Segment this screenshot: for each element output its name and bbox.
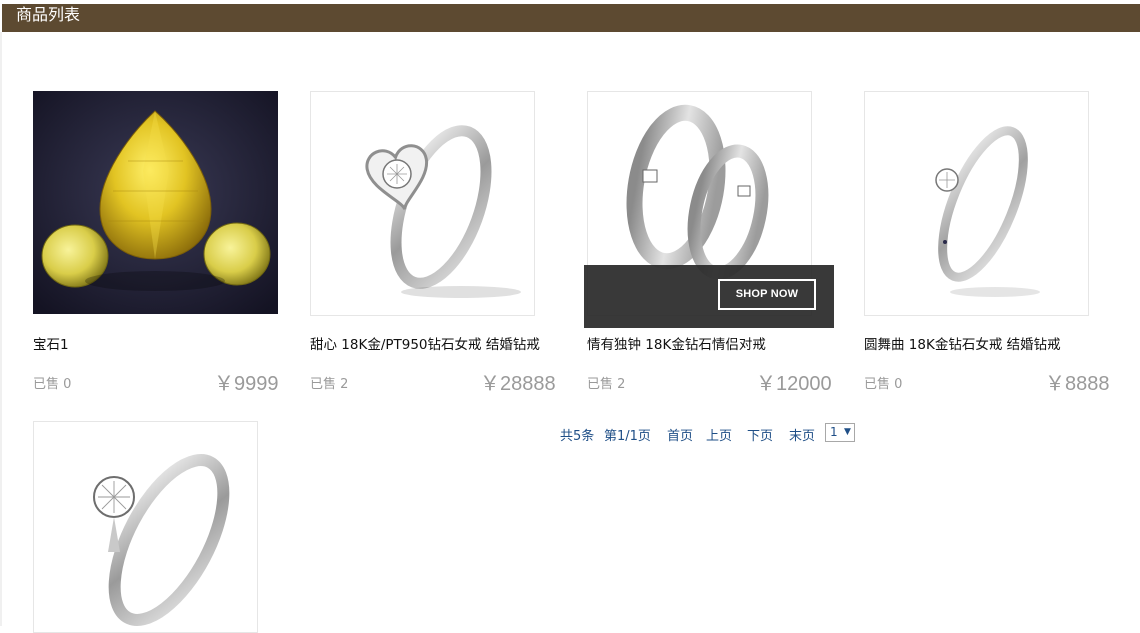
product-image[interactable] [310,91,535,316]
pager-first-link[interactable]: 首页 [667,425,693,444]
heart-ring-image [365,125,521,298]
six-prong-ring-image [93,454,230,626]
pager-prev-link[interactable]: 上页 [706,425,732,444]
sold-count: 已售 0 [864,377,903,392]
page-select[interactable]: 1 ▼ [825,423,855,442]
product-image[interactable] [33,421,258,633]
left-divider [0,32,2,626]
pager-total: 共5条 [560,429,595,444]
sold-count: 已售 2 [310,377,349,392]
product-price: ￥12000 [756,373,832,395]
product-name[interactable]: 情有独钟 18K金钻石情侣对戒 [587,333,766,353]
solitaire-ring-image [935,126,1040,297]
product-name[interactable]: 圆舞曲 18K金钻石女戒 结婚钻戒 [864,333,1061,353]
pager-page-info: 第1/1页 [604,429,651,444]
pager-next-link[interactable]: 下页 [747,425,773,444]
page-select-value: 1 [830,425,838,439]
yellow-gems-image [33,91,278,314]
sold-count: 已售 0 [33,377,72,392]
product-price: ￥9999 [214,373,279,395]
section-title: 商品列表 [16,5,81,24]
product-name[interactable]: 甜心 18K金/PT950钻石女戒 结婚钻戒 [310,333,540,353]
product-image[interactable] [33,91,278,314]
product-name[interactable]: 宝石1 [33,333,69,353]
chevron-down-icon: ▼ [844,427,851,437]
section-header: 商品列表 [2,4,1140,32]
product-price: ￥28888 [480,373,556,395]
product-price: ￥8888 [1045,373,1110,395]
product-image[interactable] [864,91,1089,316]
hover-overlay: SHOP NOW [584,265,834,328]
shop-now-button[interactable]: SHOP NOW [718,279,816,310]
sold-count: 已售 2 [587,377,626,392]
pager-last-link[interactable]: 末页 [789,425,815,444]
